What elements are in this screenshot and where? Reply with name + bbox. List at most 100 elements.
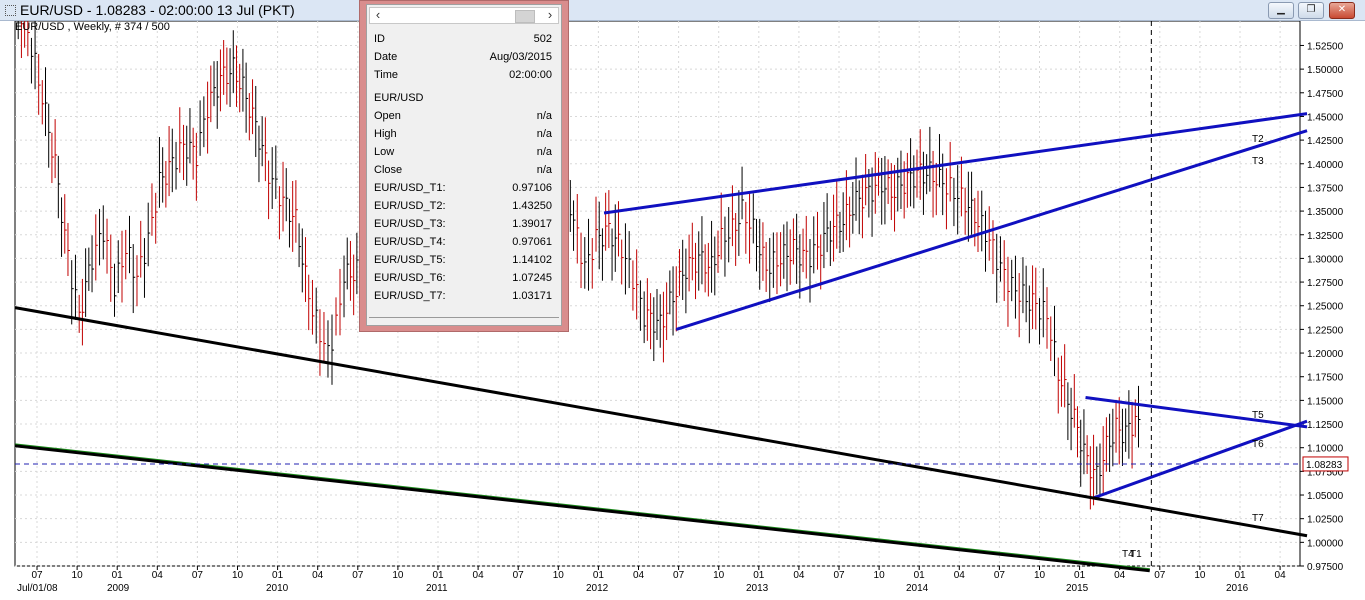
window-titlebar: EUR/USD - 1.08283 - 02:00:00 13 Jul (PKT… — [0, 0, 1365, 21]
x-tick-label: 10 — [72, 570, 84, 581]
x-tick-label: 04 — [152, 570, 164, 581]
x-year-label: 2016 — [1226, 583, 1249, 594]
x-tick-label: 04 — [633, 570, 645, 581]
data-window[interactable]: ‹ › ID 502 Date Aug/03/2015 Time 02:00:00 EUR/… — [359, 0, 569, 332]
x-tick-label: 07 — [31, 570, 43, 581]
data-window-value: 1.39017 — [512, 218, 552, 230]
data-window-footer — [369, 317, 559, 324]
y-tick-label: 1.22500 — [1307, 325, 1344, 336]
x-year-label: 2010 — [266, 583, 289, 594]
data-window-key: EUR/USD_T3: — [374, 218, 446, 230]
window-menu-icon[interactable] — [5, 5, 16, 16]
x-tick-label: 07 — [673, 570, 685, 581]
trendline-label: T2 — [1252, 134, 1264, 145]
data-window-value: 1.14102 — [512, 254, 552, 266]
x-year-label: 2013 — [746, 583, 769, 594]
data-window-row: ID 502 — [374, 33, 552, 51]
x-tick-label: 01 — [432, 570, 444, 581]
x-tick-label: 07 — [1154, 570, 1166, 581]
x-tick-label: 07 — [192, 570, 204, 581]
x-year-label: 2009 — [107, 583, 130, 594]
data-window-scrollbar[interactable]: ‹ › — [369, 7, 559, 24]
data-window-value: 02:00:00 — [509, 69, 552, 81]
data-window-row: EUR/USD_T7: 1.03171 — [374, 290, 552, 308]
restore-button[interactable]: ❐ — [1298, 2, 1324, 19]
y-tick-label: 1.32500 — [1307, 231, 1344, 242]
data-window-value: 0.97061 — [512, 236, 552, 248]
data-window-key: Open — [374, 110, 401, 122]
x-tick-label: 07 — [513, 570, 525, 581]
y-tick-label: 1.05000 — [1307, 491, 1344, 502]
data-window-row: EUR/USD_T1: 0.97106 — [374, 182, 552, 200]
y-tick-label: 1.42500 — [1307, 136, 1344, 147]
data-window-row: Time 02:00:00 — [374, 69, 552, 87]
data-window-value: n/a — [536, 146, 552, 158]
data-window-row: Low n/a — [374, 146, 552, 164]
y-tick-label: 0.97500 — [1307, 562, 1344, 573]
x-year-label: 2012 — [586, 583, 609, 594]
data-window-value: 1.07245 — [512, 272, 552, 284]
data-window-panel: ‹ › ID 502 Date Aug/03/2015 Time 02:00:00 EUR/… — [366, 4, 562, 326]
y-tick-label: 1.45000 — [1307, 112, 1344, 123]
data-window-value: 1.03171 — [512, 290, 552, 302]
data-window-value: 1.43250 — [512, 200, 552, 212]
data-window-row: Close n/a — [374, 164, 552, 182]
y-tick-label: 1.30000 — [1307, 254, 1344, 265]
trendline-label: T5 — [1252, 410, 1264, 421]
scroll-right-icon[interactable]: › — [542, 8, 558, 23]
data-window-key: Time — [374, 69, 399, 81]
x-tick-label: 10 — [874, 570, 886, 581]
x-tick-label: 10 — [713, 570, 725, 581]
y-tick-label: 1.10000 — [1307, 444, 1344, 455]
data-window-key: EUR/USD_T6: — [374, 272, 446, 284]
chart-symbol-info: EUR/USD , Weekly, # 374 / 500 — [15, 21, 170, 33]
y-tick-label: 1.20000 — [1307, 349, 1344, 360]
data-window-key: EUR/USD_T4: — [374, 236, 446, 248]
data-window-row: EUR/USD_T3: 1.39017 — [374, 218, 552, 236]
y-tick-label: 1.27500 — [1307, 278, 1344, 289]
y-tick-label: 1.50000 — [1307, 65, 1344, 76]
minimize-button[interactable]: ▁ — [1268, 2, 1294, 19]
y-tick-label: 1.25000 — [1307, 302, 1344, 313]
data-window-key: ID — [374, 33, 385, 45]
x-tick-label: 07 — [352, 570, 364, 581]
x-year-label: 2014 — [906, 583, 929, 594]
x-tick-label: 10 — [232, 570, 244, 581]
x-tick-label: 01 — [593, 570, 605, 581]
y-tick-label: 1.17500 — [1307, 373, 1344, 384]
data-window-row: EUR/USD_T6: 1.07245 — [374, 272, 552, 290]
data-window-row: EUR/USD_T5: 1.14102 — [374, 254, 552, 272]
x-tick-label: 04 — [793, 570, 805, 581]
price-chart[interactable]: 1.52500 1.50000 1.47500 1.45000 1.42500 1.400… — [0, 21, 1365, 600]
x-tick-label: 10 — [553, 570, 565, 581]
close-button[interactable]: ✕ — [1329, 2, 1355, 19]
y-tick-label: 1.12500 — [1307, 420, 1344, 431]
data-window-value: n/a — [536, 110, 552, 122]
x-tick-label: 04 — [954, 570, 966, 581]
scroll-left-icon[interactable]: ‹ — [370, 8, 386, 23]
data-window-row: EUR/USD — [374, 92, 552, 110]
x-tick-label: 01 — [753, 570, 765, 581]
x-tick-label: 01 — [1234, 570, 1246, 581]
y-tick-label: 1.37500 — [1307, 183, 1344, 194]
trendline-label: T1 — [1130, 549, 1142, 560]
data-window-key: EUR/USD — [374, 92, 424, 104]
data-window-key: EUR/USD_T5: — [374, 254, 446, 266]
data-window-key: Close — [374, 164, 403, 176]
x-tick-label: 01 — [272, 570, 284, 581]
x-year-label: Jul/01/08 — [17, 583, 58, 594]
data-window-value: n/a — [536, 128, 552, 140]
x-tick-label: 04 — [473, 570, 485, 581]
data-window-key: Low — [374, 146, 395, 158]
x-tick-label: 07 — [994, 570, 1006, 581]
data-window-key: EUR/USD_T1: — [374, 182, 446, 194]
x-tick-label: 01 — [914, 570, 926, 581]
data-window-key: EUR/USD_T2: — [374, 200, 446, 212]
data-window-value: 0.97106 — [512, 182, 552, 194]
data-window-value: n/a — [536, 164, 552, 176]
scroll-thumb[interactable] — [515, 10, 535, 23]
last-price-label: 1.08283 — [1306, 460, 1343, 471]
x-tick-label: 01 — [1074, 570, 1086, 581]
y-tick-label: 1.52500 — [1307, 41, 1344, 52]
data-window-row: Date Aug/03/2015 — [374, 51, 552, 69]
